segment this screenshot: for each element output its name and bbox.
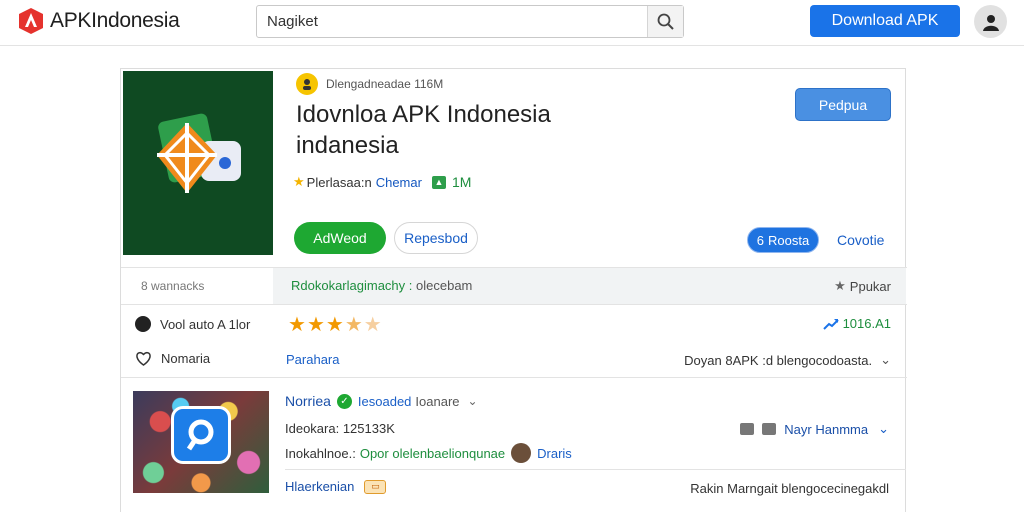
second-app-dev-avatar [511, 443, 532, 463]
user-icon [982, 14, 999, 31]
version-info: Vool auto A 1lor [135, 316, 250, 332]
app-detail-card: Dlengadneadae 116M Idovnloa APK Indonesi… [120, 68, 907, 512]
second-app-logo-icon [171, 406, 231, 464]
star-icon: ★ [306, 314, 326, 336]
info-row-downloads: 8 wannacks Rdokokarlagimachy : olecebam … [121, 268, 907, 304]
second-app-bottom-right: Rakin Marngait blengocecinegakdl [690, 481, 889, 496]
favorite-label: Nomaria [161, 351, 211, 366]
logo-icon [19, 8, 43, 34]
meta-owner-link[interactable]: Chemar [376, 175, 422, 190]
second-app-size: Ideokara: 125133K [285, 421, 395, 436]
rating-stars[interactable]: ★★★★★ [288, 312, 383, 337]
highlight-green-text: Rdokokarlagimachy : [291, 278, 413, 293]
trend-value-text: 1016.A1 [842, 316, 891, 331]
second-app-name[interactable]: Norriea [285, 393, 331, 409]
highlight-gray-text: olecebam [416, 278, 473, 293]
chevron-down-icon: ⌄ [880, 352, 891, 367]
star-icon: ★ [288, 314, 307, 336]
logo-text: APKIndonesia [50, 9, 180, 32]
second-app-right-label: Nayr Hanmma [784, 421, 869, 437]
second-app-bottom-left[interactable]: Hlaerkenian ▭ [285, 479, 387, 494]
downloads-icon: ▲ [431, 175, 446, 189]
search-button[interactable] [647, 6, 683, 37]
app-logo-icon [157, 113, 241, 193]
chevron-down-icon[interactable]: ⌄ [468, 394, 478, 408]
site-logo[interactable]: APKIndonesia [18, 6, 180, 36]
favorite-toggle[interactable]: Nomaria [135, 351, 210, 366]
second-app-dev-prefix: Inokahlnoe.: [285, 445, 356, 461]
heart-icon [136, 351, 151, 366]
download-apk-button[interactable]: Download APK [810, 5, 960, 37]
second-app-dev-green[interactable]: Opor olelenbaelionqunae [360, 446, 505, 461]
developer-row: Dlengadneadae 116M [296, 73, 443, 95]
meta-download-count: 1M [451, 174, 472, 190]
chevron-down-icon: ⌄ [878, 421, 889, 436]
divider [285, 469, 906, 470]
app-icon [123, 71, 273, 255]
lock-icon [740, 423, 755, 435]
popular-label[interactable]: ★ Ppukar [834, 278, 891, 294]
star-icon: ★ [325, 314, 345, 336]
divider [121, 377, 907, 378]
downloads-label: 8 wannacks [141, 279, 205, 293]
pill-action-button[interactable]: 6 Roosta [747, 227, 819, 253]
second-app-bottom-left-text: Hlaerkenian [285, 479, 355, 494]
popular-label-text: Ppukar [849, 278, 891, 294]
info-row-favorite: Nomaria Parahara Doyan 8APK :d blengocod… [121, 342, 907, 376]
pill-action-label: Roosta [768, 232, 810, 248]
console-link[interactable]: Covotie [837, 232, 884, 248]
second-app-tag: Iesoaded [357, 393, 412, 409]
shield-icon [762, 423, 777, 435]
app-title-line2: indanesia [296, 132, 399, 159]
install-button[interactable]: AdWeod [294, 222, 386, 254]
version-label: Vool auto A 1lor [160, 316, 251, 332]
star-icon: ★ [293, 174, 305, 189]
star-empty-icon: ★ [363, 314, 383, 336]
search-bar [256, 5, 684, 38]
trend-arrow-icon [822, 318, 839, 330]
second-app-dev-name[interactable]: Draris [537, 446, 572, 461]
search-input[interactable] [257, 6, 649, 37]
verified-icon: ✓ [336, 393, 352, 409]
second-app-thumbnail[interactable] [133, 391, 269, 493]
search-icon [657, 13, 674, 30]
star-icon: ★ [834, 278, 846, 293]
top-header: APKIndonesia Download APK [0, 0, 1024, 46]
popular-button[interactable]: Pedpua [795, 88, 891, 121]
user-avatar-button[interactable] [974, 5, 1007, 38]
secondary-action-button[interactable]: Repesbod [394, 222, 478, 254]
badge-icon: ▭ [364, 479, 387, 494]
info-row-rating: Vool auto A 1lor ★★★★★ 1016.A1 [121, 307, 907, 341]
highlight-text[interactable]: Rdokokarlagimachy : olecebam [291, 278, 472, 293]
more-info-dropdown[interactable]: Doyan 8APK :d blengocodoasta. ⌄ [684, 352, 891, 368]
category-link[interactable]: Parahara [286, 352, 339, 367]
developer-avatar-icon [296, 73, 318, 95]
more-info-text: Doyan 8APK :d blengocodoasta. [684, 352, 873, 368]
second-app-tag2: Ioanare [415, 393, 460, 409]
second-app-title-row: Norriea ✓ Iesoaded Ioanare ⌄ [285, 393, 478, 409]
developer-name[interactable]: Dlengadneadae 116M [326, 77, 443, 91]
pill-icon: 6 [756, 232, 765, 248]
clock-icon [135, 316, 151, 332]
divider [121, 304, 907, 305]
meta-category: Plerlasaa:n [306, 174, 372, 190]
app-meta-row: ★ Plerlasaa:n Chemar ▲ 1M [293, 173, 471, 191]
second-app-right-link[interactable]: Nayr Hanmma ⌄ [740, 421, 889, 437]
second-app-developer-row: Inokahlnoe.: Opor olelenbaelionqunae Dra… [285, 443, 572, 463]
star-half-icon: ★ [344, 314, 364, 336]
app-title-line1: Idovnloa APK Indonesia [296, 101, 551, 128]
trend-value: 1016.A1 [822, 316, 891, 331]
